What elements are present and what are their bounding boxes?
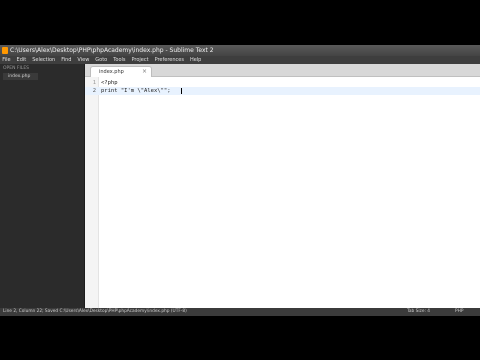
status-message: Line 2, Column 22; Saved C:\Users\Alex\D…: [3, 309, 187, 314]
menu-find[interactable]: Find: [59, 56, 74, 64]
tab-bar: index.php ×: [85, 64, 480, 77]
syntax-indicator[interactable]: PHP: [455, 308, 463, 316]
sublime-app-icon: [2, 47, 8, 54]
code-text: print "I'm \"Alex\"";: [101, 88, 171, 94]
code-editor[interactable]: 1 <?php 2 print "I'm \"Alex\"";: [85, 77, 480, 308]
menu-edit[interactable]: Edit: [14, 56, 28, 64]
code-line: 1 <?php: [85, 79, 480, 87]
menu-preferences[interactable]: Preferences: [152, 56, 186, 64]
title-bar: C:\Users\Alex\Desktop\PHP\phpAcademy\ind…: [0, 45, 480, 56]
menu-goto[interactable]: Goto: [93, 56, 109, 64]
menu-view[interactable]: View: [75, 56, 91, 64]
code-text: <?php: [101, 80, 118, 86]
close-icon[interactable]: ×: [142, 67, 147, 77]
menu-tools[interactable]: Tools: [111, 56, 128, 64]
menu-selection[interactable]: Selection: [30, 56, 57, 64]
line-number-gutter: [85, 77, 99, 308]
text-cursor: [181, 88, 182, 94]
open-files-heading: OPEN FILES: [3, 66, 30, 71]
sidebar: OPEN FILES index.php: [0, 64, 85, 308]
sidebar-file-index-php[interactable]: index.php: [3, 73, 38, 80]
tab-label: index.php: [99, 69, 124, 75]
tab-size-indicator[interactable]: Tab Size: 4: [407, 308, 430, 316]
code-line-current: 2 print "I'm \"Alex\"";: [85, 87, 480, 95]
editor-window: C:\Users\Alex\Desktop\PHP\phpAcademy\ind…: [0, 45, 480, 316]
line-number: 2: [92, 88, 96, 94]
menu-bar: File Edit Selection Find View Goto Tools…: [0, 56, 480, 64]
line-number: 1: [92, 80, 96, 86]
window-title: C:\Users\Alex\Desktop\PHP\phpAcademy\ind…: [10, 47, 214, 54]
status-bar: Line 2, Column 22; Saved C:\Users\Alex\D…: [0, 308, 480, 316]
menu-project[interactable]: Project: [129, 56, 150, 64]
menu-help[interactable]: Help: [188, 56, 204, 64]
tab-index-php[interactable]: index.php ×: [90, 66, 152, 77]
menu-file[interactable]: File: [0, 56, 13, 64]
